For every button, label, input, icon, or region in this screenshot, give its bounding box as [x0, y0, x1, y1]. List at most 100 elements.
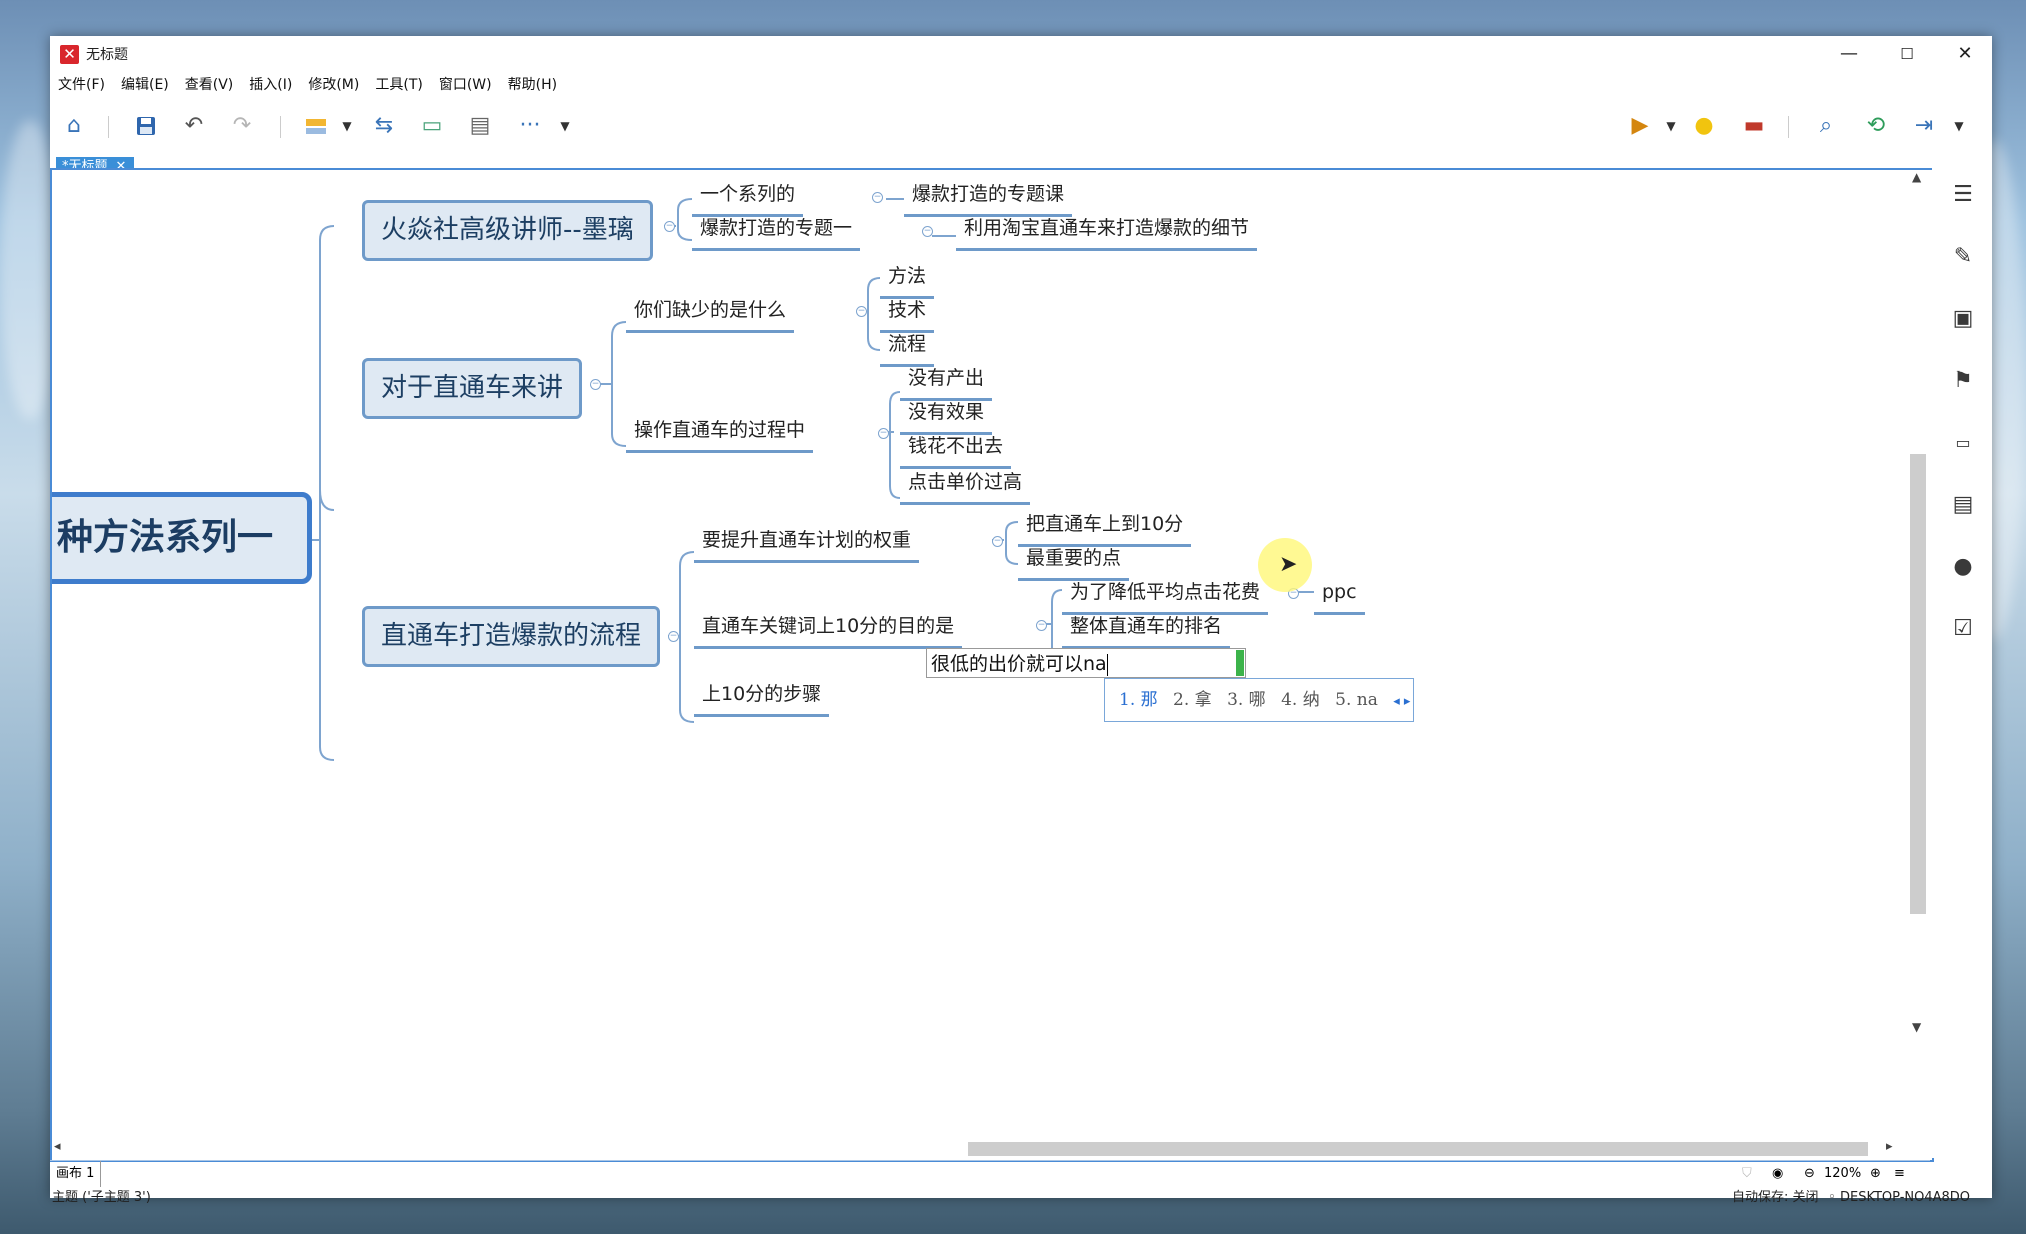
outline-icon[interactable]: ☰	[1950, 182, 1976, 208]
scroll-left-icon[interactable]: ◂	[54, 1139, 61, 1154]
ime-candidate[interactable]: 3. 哪	[1227, 690, 1266, 710]
vertical-scroll-thumb[interactable]	[1910, 454, 1926, 914]
ime-page-arrows[interactable]: ◂ ▸	[1393, 694, 1410, 709]
subtopic-tech[interactable]: 技术	[880, 296, 935, 333]
subtopic-cant-spend[interactable]: 钱花不出去	[900, 432, 1012, 469]
structure-icon[interactable]	[298, 108, 334, 144]
collapse-icon[interactable]: −	[664, 221, 675, 232]
collapse-icon[interactable]: −	[1036, 620, 1047, 631]
minimize-button[interactable]: —	[1820, 36, 1878, 72]
menu-insert[interactable]: 插入(I)	[245, 72, 296, 98]
subtopic-overall-rank[interactable]: 整体直通车的排名	[1062, 612, 1231, 649]
scroll-up-icon[interactable]: ▲	[1912, 170, 1921, 184]
vertical-scrollbar[interactable]: ▲ ▼	[1906, 168, 1930, 1038]
maximize-button[interactable]: ☐	[1878, 36, 1936, 72]
horizontal-scroll-thumb[interactable]	[968, 1142, 1868, 1156]
ime-candidate[interactable]: 2. 拿	[1173, 690, 1212, 710]
central-topic[interactable]: 种方法系列一	[52, 492, 312, 584]
subtopic-ppc[interactable]: ppc	[1314, 578, 1365, 615]
ime-candidate[interactable]: 5. na	[1335, 690, 1378, 710]
comment-icon[interactable]: ●	[1950, 554, 1976, 580]
subtopic-no-output[interactable]: 没有产出	[900, 364, 993, 401]
chevron-down-icon[interactable]: ▼	[338, 108, 356, 144]
zoom-out-icon[interactable]: ⊖	[1804, 1161, 1815, 1187]
chevron-down-icon[interactable]: ▼	[1950, 108, 1968, 144]
subtopic-high-cpc[interactable]: 点击单价过高	[900, 468, 1031, 505]
app-window: ✕ 无标题 — ☐ ✕ 文件(F) 编辑(E) 查看(V) 插入(I) 修改(M…	[50, 36, 1994, 1205]
subtopic-series[interactable]: 一个系列的	[692, 180, 804, 217]
task-icon[interactable]: ☑	[1950, 616, 1976, 642]
ime-candidate[interactable]: 4. 纳	[1281, 690, 1320, 710]
close-button[interactable]: ✕	[1936, 36, 1994, 72]
subtopic-what-lacking[interactable]: 你们缺少的是什么	[626, 296, 795, 333]
toolbar: ⌂ ↶ ↷ ▼ ⇆ ▭ ▤ ··· ▼ ▶ ▼ ● ▬ ⌕ ⟲ ⇥ ▼	[50, 98, 1992, 156]
subtopic-to-10[interactable]: 把直通车上到10分	[1018, 510, 1192, 547]
chevron-down-icon[interactable]: ▼	[1662, 108, 1680, 144]
menu-file[interactable]: 文件(F)	[54, 72, 109, 98]
mouse-cursor-icon: ➤	[1279, 552, 1298, 577]
format-brush-icon[interactable]: ✎	[1950, 244, 1976, 270]
presentation-icon[interactable]: ▶	[1622, 108, 1658, 144]
subtopic-operating[interactable]: 操作直通车的过程中	[626, 416, 814, 453]
subtopic-no-effect[interactable]: 没有效果	[900, 398, 993, 435]
zoom-in-icon[interactable]: ⊕	[1870, 1161, 1881, 1187]
fit-icon[interactable]: ≡	[1894, 1161, 1905, 1187]
text-style-icon[interactable]: ▭	[1950, 430, 1976, 456]
boundary-icon[interactable]: ▭	[414, 108, 450, 144]
subtopic-method[interactable]: 方法	[880, 262, 935, 299]
undo-icon[interactable]: ↶	[176, 108, 212, 144]
menu-help[interactable]: 帮助(H)	[504, 72, 561, 98]
export-icon[interactable]: ⇥	[1906, 108, 1942, 144]
collapse-icon[interactable]: −	[668, 631, 679, 642]
relationship-icon[interactable]: ⇆	[366, 108, 402, 144]
collapse-icon[interactable]: −	[992, 536, 1003, 547]
collapse-icon[interactable]: −	[872, 192, 883, 203]
flag-icon[interactable]: ⚑	[1950, 368, 1976, 394]
collapse-icon[interactable]: −	[590, 379, 601, 390]
edit-handle[interactable]	[1236, 650, 1244, 676]
save-icon[interactable]	[128, 108, 164, 144]
filter-icon[interactable]: ⛉	[1742, 1161, 1752, 1187]
window-title: 无标题	[86, 47, 128, 63]
subtopic-lower-cpc[interactable]: 为了降低平均点击花费	[1062, 578, 1269, 615]
search-icon[interactable]: ⌕	[1808, 108, 1844, 144]
gantt-icon[interactable]: ▬	[1736, 108, 1772, 144]
menu-modify[interactable]: 修改(M)	[304, 72, 363, 98]
subtopic-process[interactable]: 流程	[880, 330, 935, 367]
autosave-status[interactable]: 自动保存: 关闭	[1732, 1186, 1819, 1210]
subtopic-special-course[interactable]: 爆款打造的专题课	[904, 180, 1073, 217]
lightbulb-icon[interactable]: ●	[1686, 108, 1722, 144]
redo-icon[interactable]: ↷	[224, 108, 260, 144]
summary-icon[interactable]: ▤	[462, 108, 498, 144]
subtopic-steps-10[interactable]: 上10分的步骤	[694, 680, 830, 717]
chevron-down-icon[interactable]: ▼	[556, 108, 574, 144]
topic-lecturer[interactable]: 火焱社高级讲师--墨璃	[362, 200, 653, 261]
eye-icon[interactable]: ◉	[1772, 1161, 1783, 1187]
topic-edit-input[interactable]: 很低的出价就可以na	[926, 648, 1246, 678]
collapse-icon[interactable]: −	[922, 226, 933, 237]
scroll-down-icon[interactable]: ▼	[1912, 1020, 1921, 1034]
subtopic-most-important[interactable]: 最重要的点	[1018, 544, 1130, 581]
topic-ztc-flow[interactable]: 直通车打造爆款的流程	[362, 606, 661, 667]
image-icon[interactable]: ▣	[1950, 306, 1976, 332]
topic-about-ztc[interactable]: 对于直通车来讲	[362, 358, 583, 419]
menu-edit[interactable]: 编辑(E)	[117, 72, 173, 98]
menu-tools[interactable]: 工具(T)	[371, 72, 426, 98]
more-icon[interactable]: ···	[512, 108, 548, 144]
share-icon[interactable]: ⟲	[1858, 108, 1894, 144]
subtopic-special-1[interactable]: 爆款打造的专题一	[692, 214, 861, 251]
home-icon[interactable]: ⌂	[56, 108, 92, 144]
menu-view[interactable]: 查看(V)	[181, 72, 238, 98]
ime-candidate[interactable]: 1. 那	[1119, 690, 1158, 710]
mindmap-canvas[interactable]: 种方法系列一 火焱社高级讲师--墨璃 对于直通车来讲 直通车打造爆款的流程 − …	[50, 168, 1934, 1162]
subtopic-purpose-10[interactable]: 直通车关键词上10分的目的是	[694, 612, 963, 649]
scroll-right-icon[interactable]: ▸	[1886, 1139, 1893, 1154]
subtopic-raise-weight[interactable]: 要提升直通车计划的权重	[694, 526, 920, 563]
subtopic-taobao-detail[interactable]: 利用淘宝直通车来打造爆款的细节	[956, 214, 1258, 251]
notes-icon[interactable]: ▤	[1950, 492, 1976, 518]
collapse-icon[interactable]: −	[878, 428, 889, 439]
sheet-tab[interactable]: 画布 1	[56, 1161, 102, 1187]
collapse-icon[interactable]: −	[856, 306, 867, 317]
horizontal-scrollbar[interactable]: ◂ ▸	[50, 1138, 1906, 1158]
menu-window[interactable]: 窗口(W)	[435, 72, 496, 98]
